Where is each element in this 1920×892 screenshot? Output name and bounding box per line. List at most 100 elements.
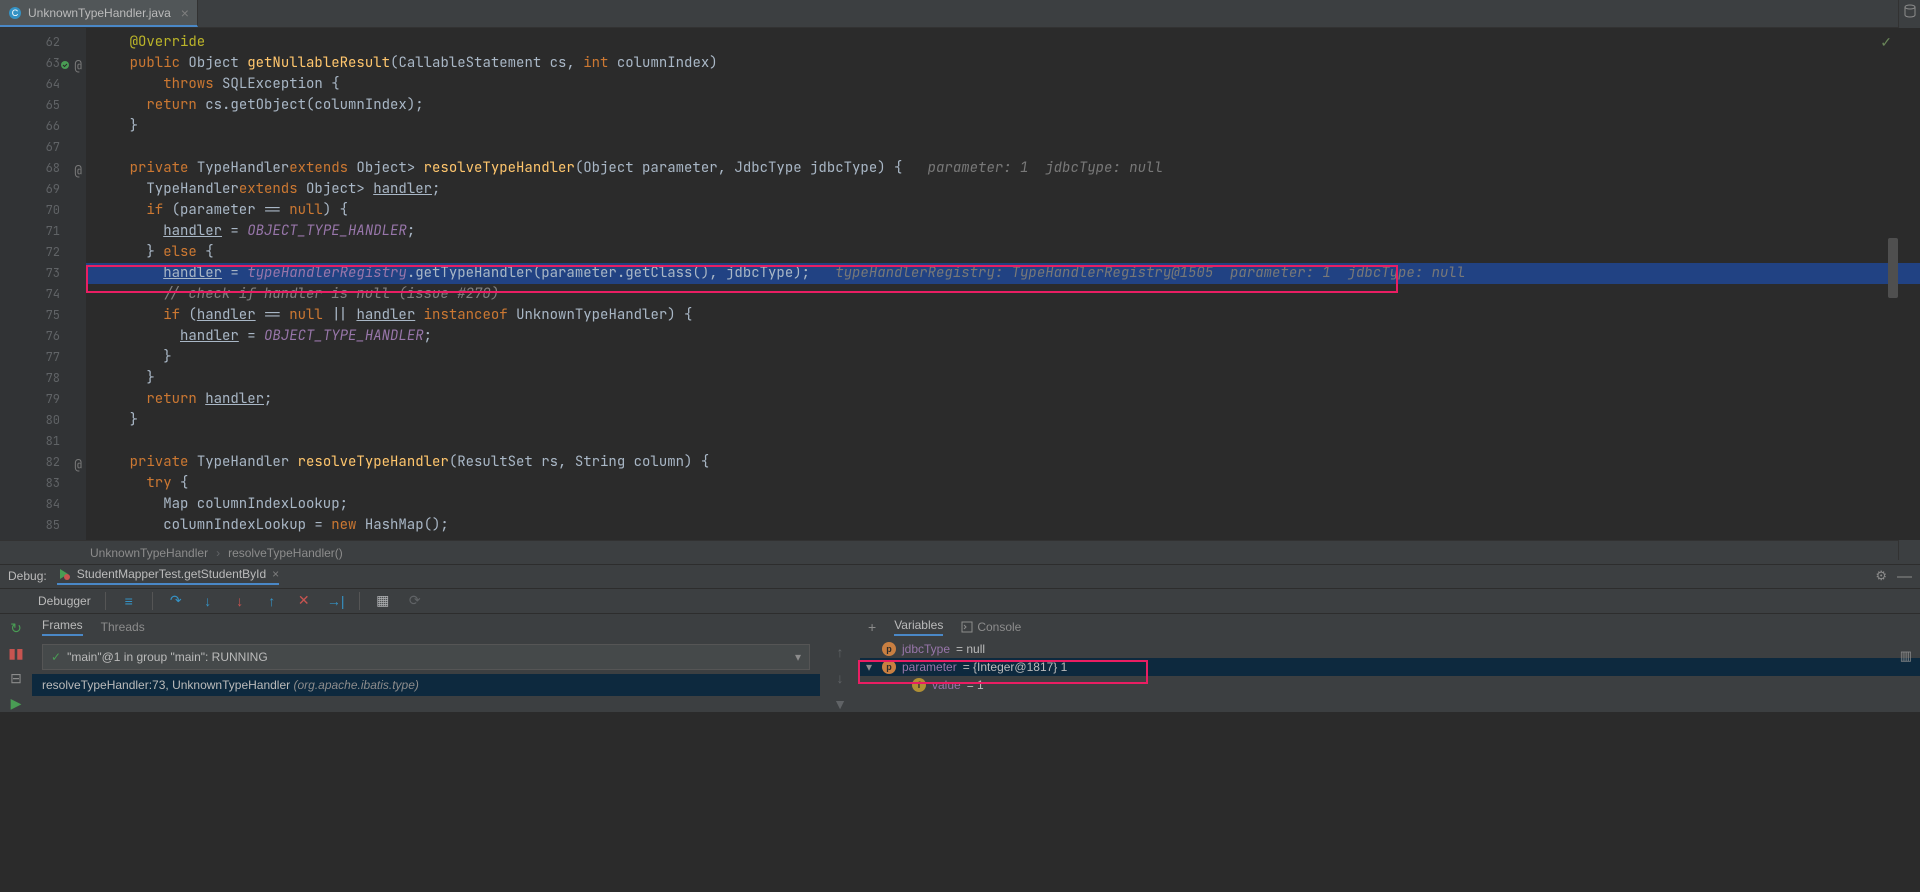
- gutter-line[interactable]: 73: [0, 263, 86, 284]
- breadcrumb-method[interactable]: resolveTypeHandler(): [228, 546, 343, 560]
- code-line[interactable]: @Override: [86, 32, 1920, 53]
- debug-session-tab[interactable]: StudentMapperTest.getStudentById ×: [57, 567, 279, 585]
- variable-value: = 1: [967, 678, 984, 692]
- code-line[interactable]: columnIndexLookup = new HashMap();: [86, 515, 1920, 536]
- code-line[interactable]: }: [86, 347, 1920, 368]
- step-out-icon[interactable]: ↑: [263, 593, 281, 609]
- debug-header: Debug: StudentMapperTest.getStudentById …: [0, 565, 1920, 589]
- gutter-line[interactable]: 74: [0, 284, 86, 305]
- gutter-line[interactable]: 66: [0, 116, 86, 137]
- code-line[interactable]: [86, 137, 1920, 158]
- gutter-mark-icon: @: [74, 55, 82, 76]
- gutter-line[interactable]: 78: [0, 368, 86, 389]
- gutter-line[interactable]: 84: [0, 494, 86, 515]
- run-to-cursor-icon[interactable]: →|: [327, 593, 345, 609]
- gutter-line[interactable]: 85: [0, 515, 86, 536]
- gutter-line[interactable]: 77: [0, 347, 86, 368]
- gutter-line[interactable]: 81: [0, 431, 86, 452]
- trace-current-stream-icon[interactable]: ⟳: [406, 592, 424, 609]
- debug-minimize-icon[interactable]: —: [1897, 568, 1912, 585]
- code-line[interactable]: // check if handler is null (issue #270): [86, 284, 1920, 305]
- gutter: 6263@6465666768@697071727374757677787980…: [0, 28, 86, 540]
- code-line[interactable]: private TypeHandlerextends Object> resol…: [86, 158, 1920, 179]
- code-line[interactable]: return cs.getObject(columnIndex);: [86, 95, 1920, 116]
- close-tab-icon[interactable]: ×: [181, 5, 189, 21]
- gutter-line[interactable]: 70: [0, 200, 86, 221]
- database-icon[interactable]: [1903, 4, 1917, 18]
- console-tab[interactable]: Console: [961, 620, 1021, 634]
- svg-text:C: C: [12, 8, 19, 18]
- code-line[interactable]: [86, 431, 1920, 452]
- frame-nav-controls: ↑ ↓ ▼: [820, 614, 860, 712]
- variable-row[interactable]: fvalue = 1: [860, 676, 1920, 694]
- gutter-line[interactable]: 62: [0, 32, 86, 53]
- code-line[interactable]: try {: [86, 473, 1920, 494]
- gutter-line[interactable]: 69: [0, 179, 86, 200]
- gutter-line[interactable]: 63@: [0, 53, 86, 74]
- rerun-icon[interactable]: ↻: [10, 620, 22, 637]
- code-line[interactable]: }: [86, 368, 1920, 389]
- new-watch-icon[interactable]: +: [868, 619, 876, 635]
- thread-selector[interactable]: ✓ "main"@1 in group "main": RUNNING ▾: [42, 644, 810, 670]
- code-line[interactable]: } else {: [86, 242, 1920, 263]
- gutter-line[interactable]: 76: [0, 326, 86, 347]
- code-line[interactable]: public Object getNullableResult(Callable…: [86, 53, 1920, 74]
- gutter-line[interactable]: 67: [0, 137, 86, 158]
- gutter-line[interactable]: 68@: [0, 158, 86, 179]
- variable-row[interactable]: ▾pparameter = {Integer@1817} 1: [860, 658, 1920, 676]
- code-line[interactable]: private TypeHandler resolveTypeHandler(R…: [86, 452, 1920, 473]
- code-line[interactable]: TypeHandlerextends Object> handler;: [86, 179, 1920, 200]
- override-icon[interactable]: [60, 55, 70, 76]
- variables-tab[interactable]: Variables: [894, 618, 943, 636]
- code-line[interactable]: return handler;: [86, 389, 1920, 410]
- frame-down-icon[interactable]: ↓: [837, 670, 844, 686]
- layout-settings-icon[interactable]: ▥: [1900, 648, 1912, 664]
- gutter-line[interactable]: 72: [0, 242, 86, 263]
- view-breakpoints-icon[interactable]: ⊟: [10, 670, 22, 687]
- code-line[interactable]: if (parameter == null) {: [86, 200, 1920, 221]
- gutter-line[interactable]: 65: [0, 95, 86, 116]
- debugger-tab-label[interactable]: Debugger: [38, 594, 91, 608]
- evaluate-expression-icon[interactable]: ▦: [374, 592, 392, 609]
- gutter-line[interactable]: 82@: [0, 452, 86, 473]
- code-line[interactable]: if (handler == null || handler instanceo…: [86, 305, 1920, 326]
- breadcrumb-class[interactable]: UnknownTypeHandler: [90, 546, 208, 560]
- expand-icon[interactable]: ▾: [866, 660, 876, 674]
- step-over-icon[interactable]: ↷: [167, 592, 185, 609]
- gutter-line[interactable]: 64: [0, 74, 86, 95]
- code-editor: 6263@6465666768@697071727374757677787980…: [0, 28, 1920, 540]
- frame-up-icon[interactable]: ↑: [837, 644, 844, 660]
- gutter-line[interactable]: 75: [0, 305, 86, 326]
- filter-icon[interactable]: ▼: [833, 696, 847, 712]
- debug-toolbar: Debugger ≡ ↷ ↓ ↓ ↑ ✕ →| ▦ ⟳: [0, 589, 1920, 614]
- toolbar-separator: [359, 592, 360, 610]
- threads-tab[interactable]: Threads: [101, 620, 145, 634]
- inspection-ok-icon[interactable]: ✓: [1880, 34, 1892, 51]
- stack-frame-row[interactable]: resolveTypeHandler:73, UnknownTypeHandle…: [32, 674, 820, 696]
- code-line[interactable]: handler = OBJECT_TYPE_HANDLER;: [86, 326, 1920, 347]
- code-line[interactable]: handler = OBJECT_TYPE_HANDLER;: [86, 221, 1920, 242]
- stop-icon[interactable]: ▮▮: [8, 645, 23, 662]
- file-tab[interactable]: C UnknownTypeHandler.java ×: [0, 0, 198, 27]
- gutter-line[interactable]: 79: [0, 389, 86, 410]
- close-session-icon[interactable]: ×: [272, 567, 279, 581]
- resume-icon[interactable]: ▶: [11, 695, 22, 712]
- editor-tab-bar: C UnknownTypeHandler.java ×: [0, 0, 1920, 28]
- step-into-icon[interactable]: ↓: [199, 593, 217, 609]
- frames-tab[interactable]: Frames: [42, 618, 83, 636]
- code-line[interactable]: handler = typeHandlerRegistry.getTypeHan…: [86, 263, 1920, 284]
- variable-row[interactable]: pjdbcType = null: [860, 640, 1920, 658]
- editor-scrollbar-thumb[interactable]: [1888, 238, 1898, 298]
- code-line[interactable]: }: [86, 116, 1920, 137]
- code-line[interactable]: }: [86, 410, 1920, 431]
- gutter-line[interactable]: 71: [0, 221, 86, 242]
- code-area[interactable]: @Override public Object getNullableResul…: [86, 28, 1920, 540]
- show-execution-point-icon[interactable]: ≡: [120, 593, 138, 609]
- code-line[interactable]: throws SQLException {: [86, 74, 1920, 95]
- gutter-line[interactable]: 83: [0, 473, 86, 494]
- force-step-into-icon[interactable]: ↓: [231, 593, 249, 609]
- drop-frame-icon[interactable]: ✕: [295, 592, 313, 609]
- code-line[interactable]: Map columnIndexLookup;: [86, 494, 1920, 515]
- gutter-line[interactable]: 80: [0, 410, 86, 431]
- debug-settings-icon[interactable]: ⚙: [1875, 568, 1887, 584]
